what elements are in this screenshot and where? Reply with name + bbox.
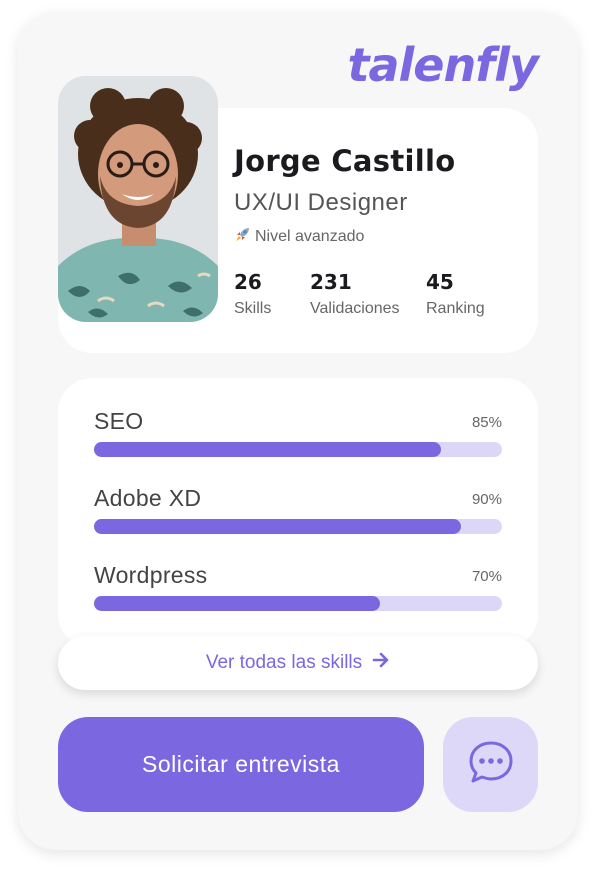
request-interview-label: Solicitar entrevista: [142, 751, 340, 777]
skill-progress-fill: [94, 442, 441, 457]
skill-progress-fill: [94, 596, 380, 611]
stat-skills-value: 26: [234, 270, 262, 294]
stat-skills: 26 Skills: [234, 270, 271, 318]
skill-name: Adobe XD: [94, 485, 202, 511]
stat-ranking: 45 Ranking: [426, 270, 485, 318]
stat-validations: 231 Validaciones: [310, 270, 400, 318]
skill-progress-fill: [94, 519, 462, 534]
profile-role: UX/UI Designer: [234, 189, 408, 216]
see-all-skills-label: Ver todas las skills: [205, 652, 363, 673]
chat-bubble-icon: [468, 740, 514, 789]
skill-progress-track: [94, 519, 502, 534]
stat-validations-value: 231: [310, 270, 352, 294]
profile-name: Jorge Castillo: [234, 144, 456, 178]
skill-percent: 85%: [471, 414, 502, 431]
request-interview-button[interactable]: Solicitar entrevista: [58, 717, 424, 812]
stat-skills-label: Skills: [234, 300, 272, 317]
arrow-right-icon: [372, 652, 390, 674]
skill-name: SEO: [94, 408, 144, 434]
profile-card: talenfly Jorge Castillo UX/UI Designer N…: [18, 12, 578, 850]
chat-button[interactable]: [443, 717, 538, 812]
skill-percent: 70%: [471, 568, 502, 585]
skill-percent: 90%: [471, 491, 502, 508]
stat-validations-label: Validaciones: [310, 300, 400, 317]
skill-name: Wordpress: [94, 562, 208, 588]
skill-progress-track: [94, 442, 502, 457]
rocket-icon: [234, 225, 252, 248]
level-text: Nivel avanzado: [255, 227, 365, 245]
stat-ranking-value: 45: [426, 270, 454, 294]
avatar: [58, 76, 218, 322]
skill-progress-track: [94, 596, 502, 611]
brand-logo: talenfly: [347, 38, 539, 92]
see-all-skills-button[interactable]: Ver todas las skills: [58, 636, 538, 690]
stat-ranking-label: Ranking: [426, 300, 485, 317]
level-badge: Nivel avanzado: [234, 225, 364, 248]
